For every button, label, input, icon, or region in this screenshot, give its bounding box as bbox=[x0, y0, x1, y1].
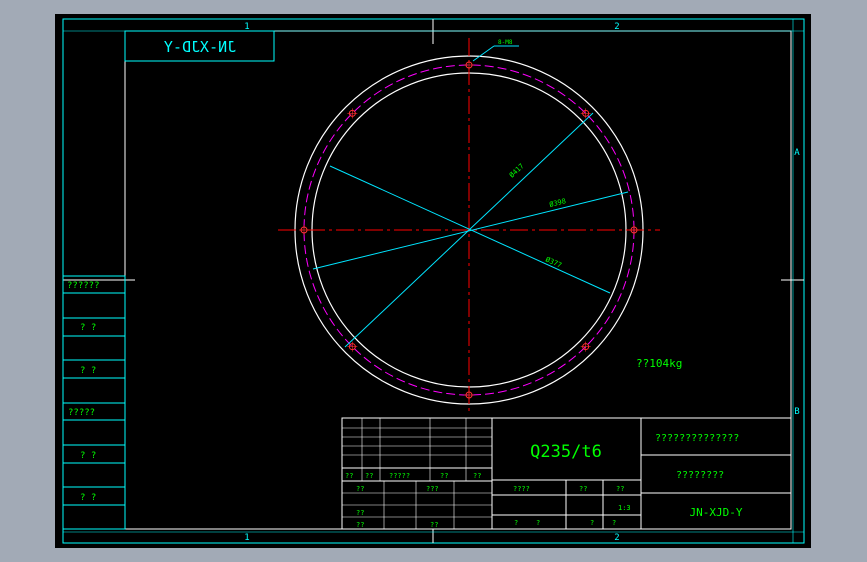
drawing-number: JN-XJD-Y bbox=[690, 506, 743, 519]
hole-callout-label: 8-M8 bbox=[498, 39, 513, 46]
zone-label-bottom-2: 2 bbox=[614, 533, 619, 543]
left-panel-row-3: ? ? bbox=[80, 366, 96, 376]
left-panel-row-2: ? ? bbox=[80, 323, 96, 333]
sig-row-3: ????? bbox=[389, 472, 410, 480]
bottom-row-2: ? bbox=[536, 519, 540, 527]
weight-label: ??104kg bbox=[636, 357, 682, 370]
left-panel-row-6: ? ? bbox=[80, 493, 96, 503]
sig-row-2: ?? bbox=[365, 472, 373, 480]
material-label: Q235/t6 bbox=[530, 442, 602, 462]
title-line-2: ???????? bbox=[676, 470, 724, 481]
sig-row-4: ?? bbox=[440, 472, 448, 480]
sig-row-5: ?? bbox=[473, 472, 481, 480]
scale-label: 1:3 bbox=[618, 504, 631, 512]
label-row-3: ?? bbox=[356, 509, 364, 517]
left-panel-row-4: ????? bbox=[68, 408, 95, 418]
label-row-1: ?? bbox=[356, 485, 364, 493]
label-row-4: ?? bbox=[356, 521, 364, 529]
label-row-5: ?? bbox=[430, 521, 438, 529]
left-panel-row-5: ? ? bbox=[80, 451, 96, 461]
drawing-canvas[interactable]: 1 2 1 2 A B JN-XJD-Y ?????? ? ? ? ? ????… bbox=[0, 0, 867, 562]
left-panel-row-1: ?????? bbox=[67, 281, 100, 291]
zone-label-top-2: 2 bbox=[614, 22, 619, 32]
cad-viewport[interactable]: 1 2 1 2 A B JN-XJD-Y ?????? ? ? ? ? ????… bbox=[0, 0, 867, 562]
mid-header-2: ?? bbox=[579, 485, 587, 493]
zone-label-right-b: B bbox=[794, 407, 799, 417]
mid-header-1: ???? bbox=[513, 485, 530, 493]
sig-row-1: ?? bbox=[345, 472, 353, 480]
zone-label-right-a: A bbox=[794, 148, 800, 158]
bottom-row-4: ? bbox=[612, 519, 616, 527]
corner-label: JN-XJD-Y bbox=[164, 38, 236, 56]
bottom-row-3: ? bbox=[590, 519, 594, 527]
label-row-2: ??? bbox=[426, 485, 439, 493]
title-line-1: ?????????????? bbox=[655, 433, 739, 444]
mid-header-3: ?? bbox=[616, 485, 624, 493]
bottom-row-1: ? bbox=[514, 519, 518, 527]
zone-label-bottom-1: 1 bbox=[244, 533, 249, 543]
